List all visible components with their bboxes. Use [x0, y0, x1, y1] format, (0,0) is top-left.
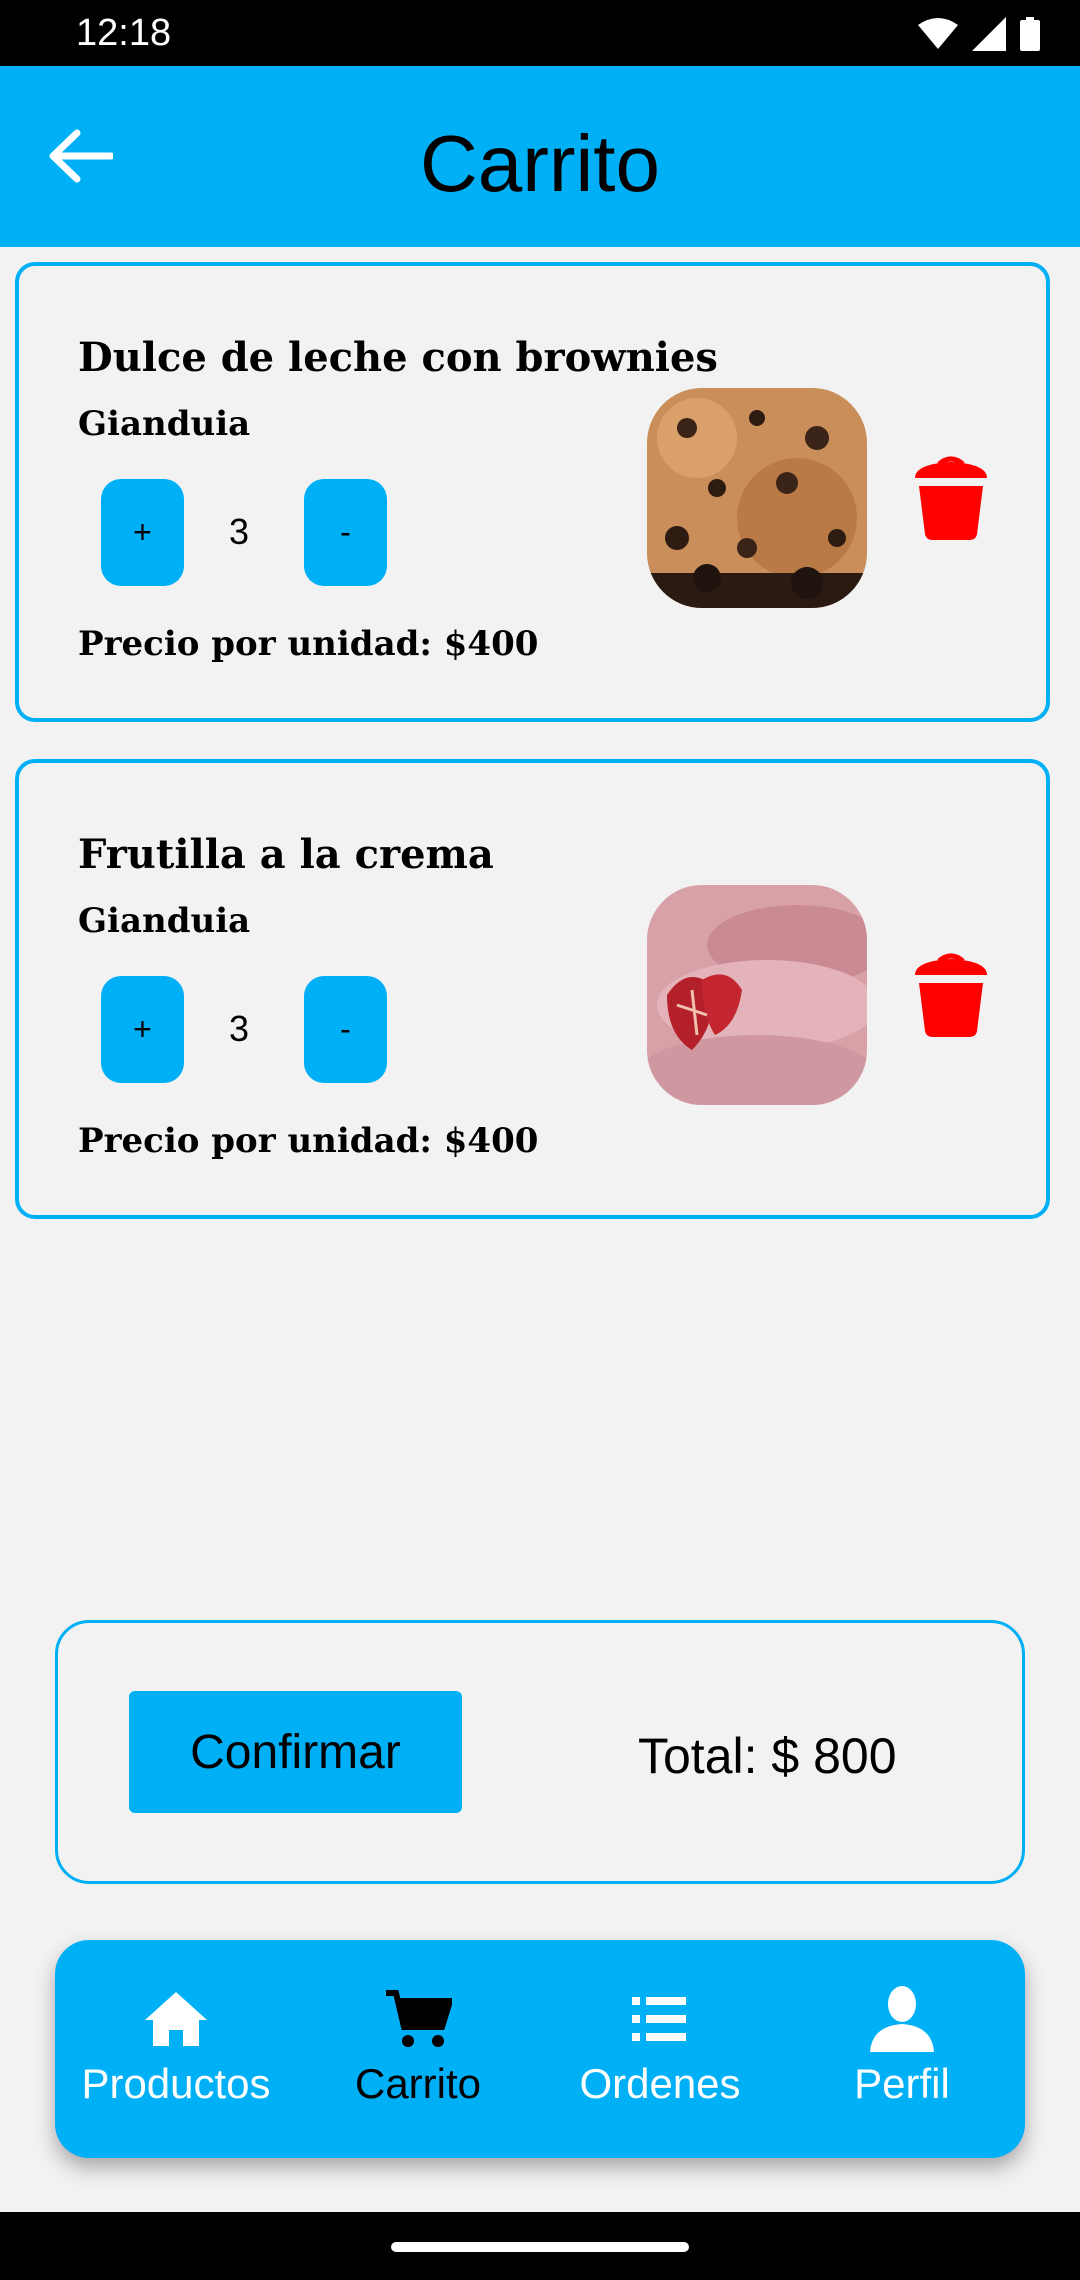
wifi-icon — [918, 18, 958, 49]
cart-item-card: Dulce de leche con brownies Gianduia + 3… — [15, 262, 1050, 722]
home-icon — [136, 1984, 216, 2054]
product-image — [647, 388, 867, 608]
trash-icon — [915, 953, 987, 1037]
decrease-quantity-button[interactable]: - — [304, 479, 387, 586]
delete-item-button[interactable] — [911, 953, 991, 1039]
delete-item-button[interactable] — [911, 456, 991, 542]
total-amount: Total: $ 800 — [638, 1728, 897, 1784]
product-name: Dulce de leche con brownies — [78, 334, 718, 381]
cart-icon — [378, 1984, 458, 2054]
nav-item-productos[interactable]: Productos — [55, 1940, 297, 2158]
product-brand: Gianduia — [78, 404, 251, 444]
nav-label: Carrito — [354, 2060, 482, 2107]
quantity-value: 3 — [228, 1008, 250, 1049]
increase-quantity-button[interactable]: + — [101, 479, 184, 586]
app-bar: Carrito — [0, 66, 1080, 247]
battery-icon — [1020, 17, 1040, 51]
signal-icon — [972, 17, 1006, 51]
status-time: 12:18 — [76, 12, 172, 54]
nav-item-perfil[interactable]: Perfil — [781, 1940, 1023, 2158]
nav-item-ordenes[interactable]: Ordenes — [539, 1940, 781, 2158]
nav-item-carrito[interactable]: Carrito — [297, 1940, 539, 2158]
nav-label: Perfil — [854, 2060, 950, 2107]
cart-item-card: Frutilla a la crema Gianduia + 3 - Preci… — [15, 759, 1050, 1219]
order-summary: Confirmar Total: $ 800 — [55, 1620, 1025, 1884]
confirm-button[interactable]: Confirmar — [129, 1691, 462, 1813]
status-bar: 12:18 — [0, 0, 1080, 66]
trash-icon — [915, 456, 987, 540]
nav-label: Productos — [81, 2060, 271, 2107]
bottom-nav: Productos Carrito Ordenes Perfil — [55, 1940, 1025, 2158]
quantity-value: 3 — [228, 511, 250, 552]
product-name: Frutilla a la crema — [78, 831, 494, 878]
product-image — [647, 885, 867, 1105]
decrease-quantity-button[interactable]: - — [304, 976, 387, 1083]
page-title: Carrito — [419, 119, 661, 208]
increase-quantity-button[interactable]: + — [101, 976, 184, 1083]
person-icon — [862, 1984, 942, 2054]
unit-price: Precio por unidad: $400 — [78, 624, 539, 664]
list-icon — [620, 1984, 700, 2054]
system-gesture-bar — [0, 2212, 1080, 2280]
unit-price: Precio por unidad: $400 — [78, 1121, 539, 1161]
status-icons — [918, 16, 1040, 52]
home-gesture-handle[interactable] — [391, 2242, 689, 2252]
nav-label: Ordenes — [579, 2060, 741, 2107]
product-brand: Gianduia — [78, 901, 251, 941]
